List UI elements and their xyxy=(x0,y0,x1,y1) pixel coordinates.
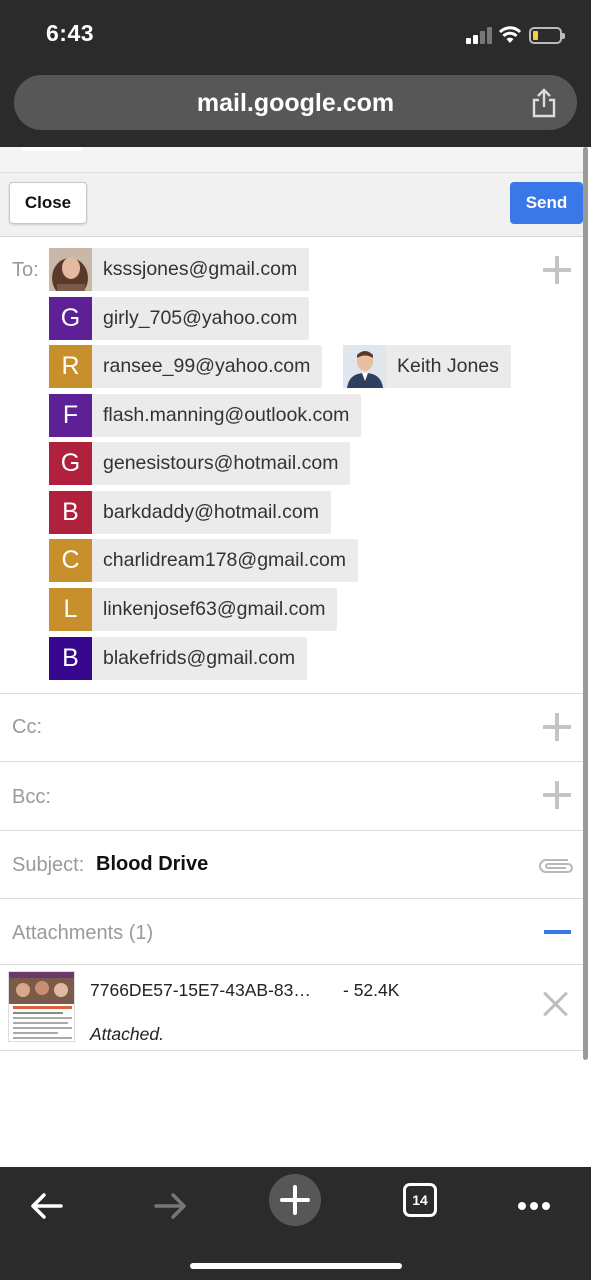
attachment-filename[interactable]: 7766DE57-15E7-43AB-83… xyxy=(90,980,311,1001)
subject-label: Subject: xyxy=(12,854,85,876)
add-cc-plus-icon[interactable] xyxy=(543,713,571,741)
forward-button[interactable] xyxy=(143,1181,199,1231)
close-button[interactable]: Close xyxy=(9,182,87,224)
more-dots-icon xyxy=(518,1202,550,1210)
add-to-plus-icon[interactable] xyxy=(543,256,571,284)
avatar: R xyxy=(49,345,92,388)
collapse-minus-icon[interactable] xyxy=(544,930,571,934)
to-label: To: xyxy=(12,259,39,281)
recipient-chip[interactable]: R ransee_99@yahoo.com xyxy=(49,345,323,388)
recipient-email: ransee_99@yahoo.com xyxy=(103,355,311,377)
browser-address-area: mail.google.com xyxy=(0,70,591,147)
attachment-status: Attached. xyxy=(90,1024,164,1044)
forward-arrow-icon xyxy=(154,1193,186,1219)
recipient-chip[interactable]: F flash.manning@outlook.com xyxy=(49,394,362,437)
url-text: mail.google.com xyxy=(196,89,395,117)
avatar: G xyxy=(49,442,92,485)
address-bar[interactable]: mail.google.com xyxy=(14,75,577,130)
recipient-chip[interactable]: ksssjones@gmail.com xyxy=(49,248,310,291)
remove-attachment-close-icon[interactable] xyxy=(543,991,569,1017)
avatar: B xyxy=(49,491,92,534)
share-icon[interactable] xyxy=(531,88,557,118)
attachment-thumbnail[interactable] xyxy=(8,971,75,1042)
plus-icon xyxy=(280,1185,310,1215)
recipient-email: genesistours@hotmail.com xyxy=(103,452,339,474)
recipient-chip[interactable]: B blakefrids@gmail.com xyxy=(49,637,308,680)
recipient-chip[interactable]: B barkdaddy@hotmail.com xyxy=(49,491,331,534)
tab-switcher-button[interactable]: 14 xyxy=(403,1183,437,1217)
status-time: 6:43 xyxy=(46,20,95,46)
divider xyxy=(0,693,584,694)
recipient-email: linkenjosef63@gmail.com xyxy=(103,598,326,620)
avatar: G xyxy=(49,297,92,340)
page-scrollbar[interactable] xyxy=(583,147,588,1060)
recipient-email: girly_705@yahoo.com xyxy=(103,307,298,329)
divider xyxy=(0,898,584,899)
attachment-size: - 52.4K xyxy=(343,980,400,1000)
recipient-email: barkdaddy@hotmail.com xyxy=(103,501,319,523)
send-button[interactable]: Send xyxy=(510,182,583,224)
recipient-email: flash.manning@outlook.com xyxy=(103,404,350,426)
divider xyxy=(0,1050,584,1051)
status-bar: 6:43 xyxy=(0,0,591,70)
divider xyxy=(0,964,584,965)
paperclip-icon[interactable] xyxy=(538,852,574,876)
attachments-label: Attachments (1) xyxy=(12,922,154,944)
recipient-email: ksssjones@gmail.com xyxy=(103,258,298,280)
avatar xyxy=(343,345,386,388)
avatar xyxy=(49,248,92,291)
home-indicator[interactable] xyxy=(190,1263,402,1269)
battery-icon xyxy=(529,27,565,44)
recipient-chip[interactable]: G girly_705@yahoo.com xyxy=(49,297,310,340)
avatar: L xyxy=(49,588,92,631)
recipient-email: blakefrids@gmail.com xyxy=(103,647,296,669)
avatar: C xyxy=(49,539,92,582)
cc-label: Cc: xyxy=(12,716,42,738)
recipient-chip[interactable]: Keith Jones xyxy=(343,345,511,388)
divider xyxy=(0,761,584,762)
bcc-label: Bcc: xyxy=(12,786,51,808)
signal-icon xyxy=(466,26,492,44)
avatar: F xyxy=(49,394,92,437)
new-tab-button[interactable] xyxy=(269,1174,321,1226)
browser-bottom-bar: 14 xyxy=(0,1167,591,1280)
divider xyxy=(0,830,584,831)
compose-toolbar: Close Send xyxy=(0,173,584,237)
recipient-email: charlidream178@gmail.com xyxy=(103,549,347,571)
subject-input[interactable]: Blood Drive xyxy=(96,853,208,876)
wifi-icon xyxy=(498,26,522,43)
back-button[interactable] xyxy=(18,1181,74,1231)
recipient-chip[interactable]: L linkenjosef63@gmail.com xyxy=(49,588,338,631)
back-arrow-icon xyxy=(31,1193,63,1219)
more-menu-button[interactable] xyxy=(506,1181,562,1231)
avatar: B xyxy=(49,637,92,680)
recipient-chip[interactable]: C charlidream178@gmail.com xyxy=(49,539,359,582)
add-bcc-plus-icon[interactable] xyxy=(543,781,571,809)
recipient-email: Keith Jones xyxy=(397,355,499,377)
recipient-chip[interactable]: G genesistours@hotmail.com xyxy=(49,442,351,485)
page-top-strip xyxy=(0,147,584,173)
